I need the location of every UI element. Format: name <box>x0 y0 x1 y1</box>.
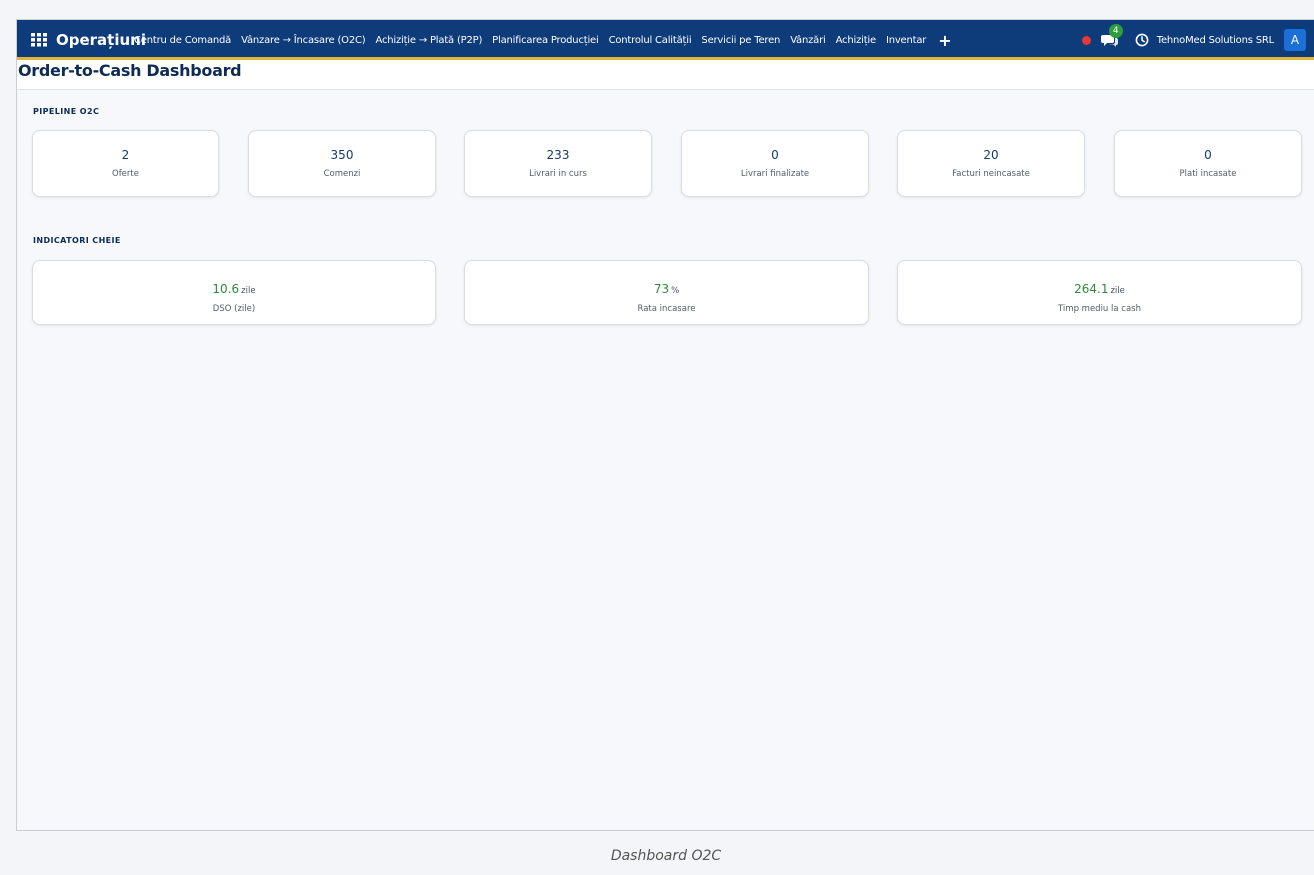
record-dot-icon[interactable] <box>1081 35 1091 45</box>
kpi-card-timp-mediu-la-cash[interactable]: 264.1 zile Timp mediu la cash <box>897 260 1302 325</box>
menu-item-controlul-calitatii[interactable]: Controlul Calității <box>609 35 692 46</box>
navbar-right: 4 TehnoMed Solutions SRL A <box>1081 20 1306 60</box>
card-value: 350 <box>330 148 354 162</box>
pipeline-card-livrari-finalizate[interactable]: 0 Livrari finalizate <box>681 130 869 197</box>
figure-caption: Dashboard O2C <box>610 848 722 864</box>
apps-grid-icon[interactable] <box>31 33 47 47</box>
menu-item-vanzari[interactable]: Vânzări <box>790 35 826 46</box>
menu-item-o2c[interactable]: Vânzare → Încasare (O2C) <box>241 35 366 46</box>
menu-item-servicii-pe-teren[interactable]: Servicii pe Teren <box>701 35 780 46</box>
avatar[interactable]: A <box>1284 29 1306 51</box>
kpi-label: Rata incasare <box>637 304 696 314</box>
page-title: Order-to-Cash Dashboard <box>18 61 242 80</box>
chat-count-badge: 4 <box>1108 24 1123 38</box>
card-value: 0 <box>771 148 779 162</box>
card-label: Comenzi <box>323 169 361 179</box>
menu-item-centru-de-comanda[interactable]: Centru de Comandă <box>134 35 231 46</box>
kpi-unit: zile <box>241 286 256 296</box>
pipeline-card-comenzi[interactable]: 350 Comenzi <box>248 130 436 197</box>
menu-item-planificarea-productiei[interactable]: Planificarea Producției <box>492 35 599 46</box>
plus-icon[interactable]: + <box>938 31 951 50</box>
brand-label: Operațiuni <box>56 31 146 49</box>
card-label: Livrari in curs <box>529 169 587 179</box>
kpi-unit: % <box>671 286 680 296</box>
page-header: Order-to-Cash Dashboard <box>17 60 1314 90</box>
card-value: 233 <box>546 148 570 162</box>
kpi-card-rata-incasare[interactable]: 73% Rata incasare <box>464 260 869 325</box>
company-name[interactable]: TehnoMed Solutions SRL <box>1157 35 1274 46</box>
kpi-unit: zile <box>1110 286 1125 296</box>
menu-item-inventar[interactable]: Inventar <box>886 35 926 46</box>
card-label: Livrari finalizate <box>740 169 810 179</box>
clock-icon[interactable] <box>1135 33 1149 47</box>
card-label: Plati incasate <box>1179 169 1237 179</box>
card-value: 0 <box>1204 148 1212 162</box>
kpi-value-row: 264.1 zile <box>898 278 1301 297</box>
kpi-value: 10.6 <box>212 282 240 296</box>
pipeline-card-livrari-in-curs[interactable]: 233 Livrari in curs <box>464 130 652 197</box>
kpi-value: 73 <box>653 282 670 296</box>
kpi-value-row: 10.6 zile <box>33 278 435 297</box>
app-window: Operațiuni Centru de Comandă Vânzare → Î… <box>16 19 1314 831</box>
kpi-label: DSO (zile) <box>212 304 256 314</box>
pipeline-card-facturi-neincasate[interactable]: 20 Facturi neincasate <box>897 130 1085 197</box>
indicators-section-title: INDICATORI CHEIE <box>33 236 121 245</box>
menu-item-p2p[interactable]: Achiziție → Plată (P2P) <box>375 35 482 46</box>
kpi-value-row: 73% <box>465 278 868 297</box>
card-label: Facturi neincasate <box>952 169 1030 179</box>
menu-item-achizitie[interactable]: Achiziție <box>836 35 877 46</box>
kpi-value: 264.1 <box>1074 282 1109 296</box>
top-navbar: Operațiuni Centru de Comandă Vânzare → Î… <box>17 20 1314 60</box>
pipeline-section-title: PIPELINE O2C <box>33 107 100 116</box>
pipeline-card-oferte[interactable]: 2 Oferte <box>32 130 219 197</box>
card-label: Oferte <box>112 169 139 179</box>
main-menu: Centru de Comandă Vânzare → Încasare (O2… <box>134 20 952 60</box>
card-value: 20 <box>983 148 999 162</box>
brand[interactable]: Operațiuni <box>31 20 146 60</box>
kpi-label: Timp mediu la cash <box>1058 304 1141 314</box>
card-value: 2 <box>121 148 130 162</box>
chat-button[interactable]: 4 <box>1100 24 1123 48</box>
kpi-card-dso[interactable]: 10.6 zile DSO (zile) <box>32 260 436 325</box>
pipeline-card-plati-incasate[interactable]: 0 Plati incasate <box>1114 130 1302 197</box>
